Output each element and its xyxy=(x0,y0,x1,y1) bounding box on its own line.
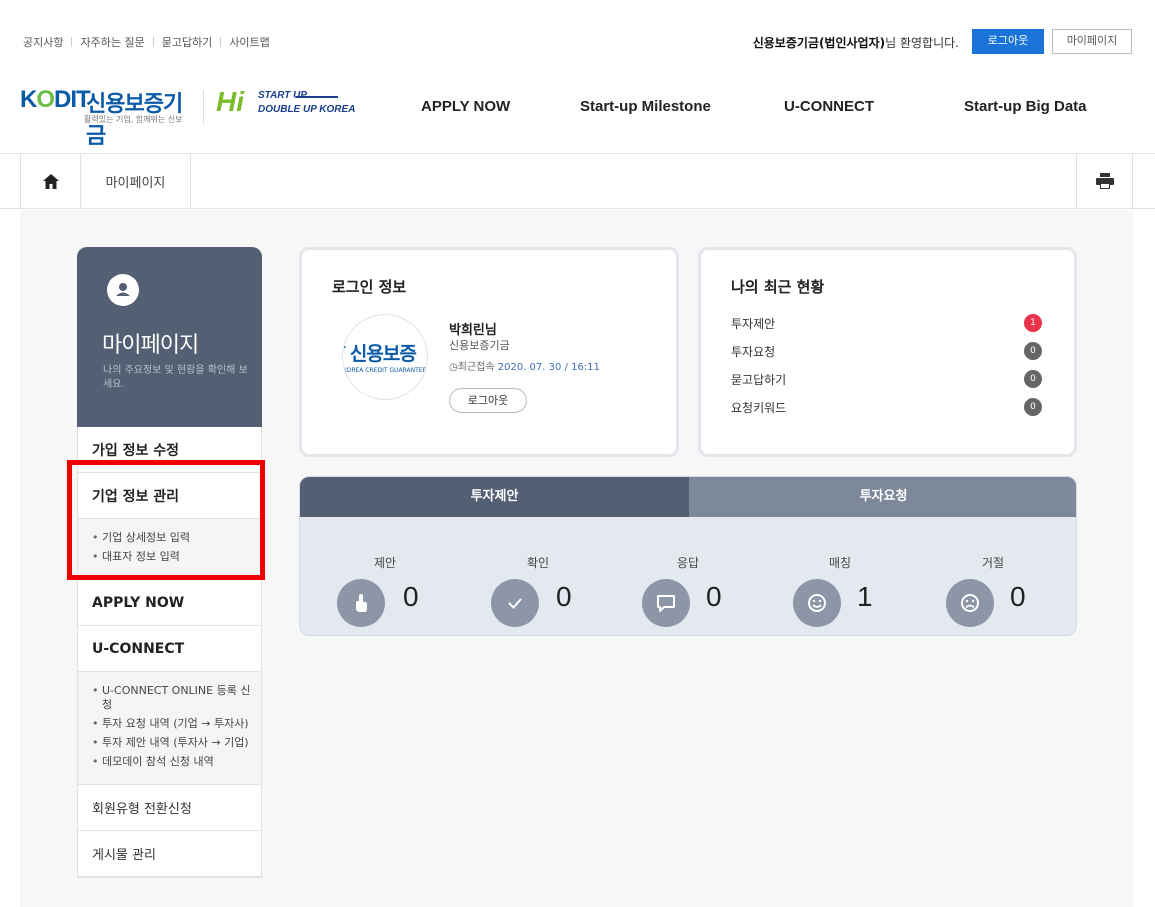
status-row-keyword[interactable]: 요청키워드 0 xyxy=(731,397,1049,417)
last-login-time: 2020. 07. 30 / 16:11 xyxy=(497,362,600,373)
stat-label-offer: 제안 xyxy=(373,556,397,570)
right-edge xyxy=(1133,210,1155,907)
company-logo-avatar: ſ 신용보증 KOREA CREDIT GUARANTEE xyxy=(342,314,428,400)
company-logo-subtext: KOREA CREDIT GUARANTEE xyxy=(343,367,427,374)
kodit-logo-slogan: 활력있는 기업, 함께뛰는 신보 xyxy=(84,115,183,124)
sidebar-item-member-type[interactable]: 회원유형 전환신청 xyxy=(78,785,261,831)
divider xyxy=(220,37,222,47)
user-organization: 신용보증기금 xyxy=(449,339,510,352)
sidebar-title: 마이페이지 xyxy=(102,333,199,358)
stat-label-reject: 거절 xyxy=(981,556,1005,570)
stat-value-offer: 0 xyxy=(403,581,419,612)
stat-value-reject: 0 xyxy=(1010,581,1026,612)
user-name: 박희린님 xyxy=(449,323,497,338)
status-count-badge: 0 xyxy=(1024,342,1042,360)
kodit-logo-mark: KODIT xyxy=(20,86,91,113)
recent-status-card: 나의 최근 현황 투자제안 1 투자요청 0 묻고답하기 0 요청키워드 0 xyxy=(698,247,1077,457)
startup-logo-hi: Hi xyxy=(216,86,244,117)
startup-logo[interactable]: Hi START UP DOUBLE UP KOREA xyxy=(216,84,376,124)
logo-divider xyxy=(203,90,204,124)
home-button[interactable] xyxy=(20,154,81,208)
stat-value-confirm: 0 xyxy=(556,581,572,612)
tab-invest-request[interactable]: 투자요청 xyxy=(689,477,1076,517)
nav-startup-milestone[interactable]: Start-up Milestone xyxy=(580,98,711,115)
tab-invest-offer[interactable]: 투자제안 xyxy=(300,477,689,517)
startup-logo-line2: DOUBLE UP KOREA xyxy=(258,104,356,115)
print-button[interactable] xyxy=(1076,154,1133,208)
breadcrumb: 마이페이지 xyxy=(0,154,1155,209)
mypage-button[interactable]: 마이페이지 xyxy=(1052,29,1132,54)
welcome-name: 신용보증기금(법인사업자) xyxy=(752,36,886,50)
status-row-qna[interactable]: 묻고답하기 0 xyxy=(731,369,1049,389)
sidebar-item-posts[interactable]: 게시물 관리 xyxy=(78,831,261,877)
status-row-request[interactable]: 투자요청 0 xyxy=(731,341,1049,361)
qna-link[interactable]: 묻고답하기 xyxy=(162,34,213,50)
sad-icon xyxy=(946,579,994,627)
kodit-logo[interactable]: KODIT 신용보증기금 활력있는 기업, 함께뛰는 신보 xyxy=(20,84,195,149)
status-label: 투자제안 xyxy=(731,316,776,331)
sidebar-subitem-invest-request[interactable]: 투자 요청 내역 (기업 → 투자사) xyxy=(92,717,251,731)
sidebar-submenu-u-connect: U-CONNECT ONLINE 등록 신청 투자 요청 내역 (기업 → 투자… xyxy=(78,672,261,785)
investment-tabs-panel: 투자제안 투자요청 제안 0 확인 0 응답 0 매칭 1 거절 0 xyxy=(299,476,1077,636)
last-login-label: 최근접속 xyxy=(457,362,495,373)
notice-link[interactable]: 공지사항 xyxy=(23,34,63,50)
stat-value-matching: 1 xyxy=(857,581,873,612)
clock-icon: ◷ xyxy=(449,362,458,373)
utility-links: 공지사항 자주하는 질문 묻고답하기 사이트맵 xyxy=(23,34,270,50)
sidebar-subitem-online-register[interactable]: U-CONNECT ONLINE 등록 신청 xyxy=(92,684,251,712)
welcome-message: 신용보증기금(법인사업자)님 환영합니다. xyxy=(753,34,959,51)
nav-u-connect[interactable]: U-CONNECT xyxy=(784,98,874,115)
sidebar-description: 나의 주요정보 및 현황을 확인해 보세요. xyxy=(103,365,248,390)
utility-bar: 공지사항 자주하는 질문 묻고답하기 사이트맵 신용보증기금(법인사업자)님 환… xyxy=(0,0,1155,62)
home-icon xyxy=(42,173,59,189)
status-label: 묻고답하기 xyxy=(731,372,787,387)
smile-icon xyxy=(793,579,841,627)
faq-link[interactable]: 자주하는 질문 xyxy=(80,34,144,50)
card-logout-button[interactable]: 로그아웃 xyxy=(449,388,527,413)
breadcrumb-current: 마이페이지 xyxy=(81,154,191,208)
status-row-offer[interactable]: 투자제안 1 xyxy=(731,313,1049,333)
print-icon xyxy=(1095,173,1114,189)
chat-icon xyxy=(642,579,690,627)
stat-label-matching: 매칭 xyxy=(828,556,852,570)
last-login: ◷최근접속 2020. 07. 30 / 16:11 xyxy=(449,358,600,373)
nav-startup-big-data[interactable]: Start-up Big Data xyxy=(964,98,1087,115)
sidebar-header: 마이페이지 나의 주요정보 및 현황을 확인해 보세요. xyxy=(77,247,262,427)
startup-logo-underline xyxy=(296,96,338,98)
logout-button[interactable]: 로그아웃 xyxy=(972,29,1044,54)
sidebar-item-u-connect[interactable]: U-CONNECT xyxy=(78,626,261,672)
company-logo-text: ſ 신용보증 xyxy=(342,343,417,365)
site-header: KODIT 신용보증기금 활력있는 기업, 함께뛰는 신보 Hi START U… xyxy=(0,62,1155,154)
hand-pointer-icon xyxy=(337,579,385,627)
user-icon xyxy=(107,274,139,306)
sidebar-item-apply-now[interactable]: APPLY NOW xyxy=(78,580,261,626)
sidebar-subitem-invest-offer[interactable]: 투자 제안 내역 (투자사 → 기업) xyxy=(92,736,251,750)
status-card-title: 나의 최근 현황 xyxy=(731,278,825,296)
status-count-badge: 0 xyxy=(1024,370,1042,388)
login-card-title: 로그인 정보 xyxy=(332,278,407,296)
stat-label-confirm: 확인 xyxy=(526,556,550,570)
stat-value-response: 0 xyxy=(706,581,722,612)
status-label: 요청키워드 xyxy=(731,400,787,415)
stat-label-response: 응답 xyxy=(676,556,700,570)
status-count-badge: 0 xyxy=(1024,398,1042,416)
welcome-suffix: 님 환영합니다. xyxy=(885,36,959,50)
highlight-box xyxy=(67,460,265,580)
login-info-card: 로그인 정보 ſ 신용보증 KOREA CREDIT GUARANTEE 박희린… xyxy=(299,247,679,457)
status-count-badge: 1 xyxy=(1024,314,1042,332)
status-label: 투자요청 xyxy=(731,344,776,359)
check-icon xyxy=(491,579,539,627)
sidebar-subitem-demoday[interactable]: 데모데이 참석 신청 내역 xyxy=(92,755,251,769)
sitemap-link[interactable]: 사이트맵 xyxy=(229,34,269,50)
divider xyxy=(152,37,154,47)
divider xyxy=(71,37,73,47)
nav-apply-now[interactable]: APPLY NOW xyxy=(421,98,510,115)
